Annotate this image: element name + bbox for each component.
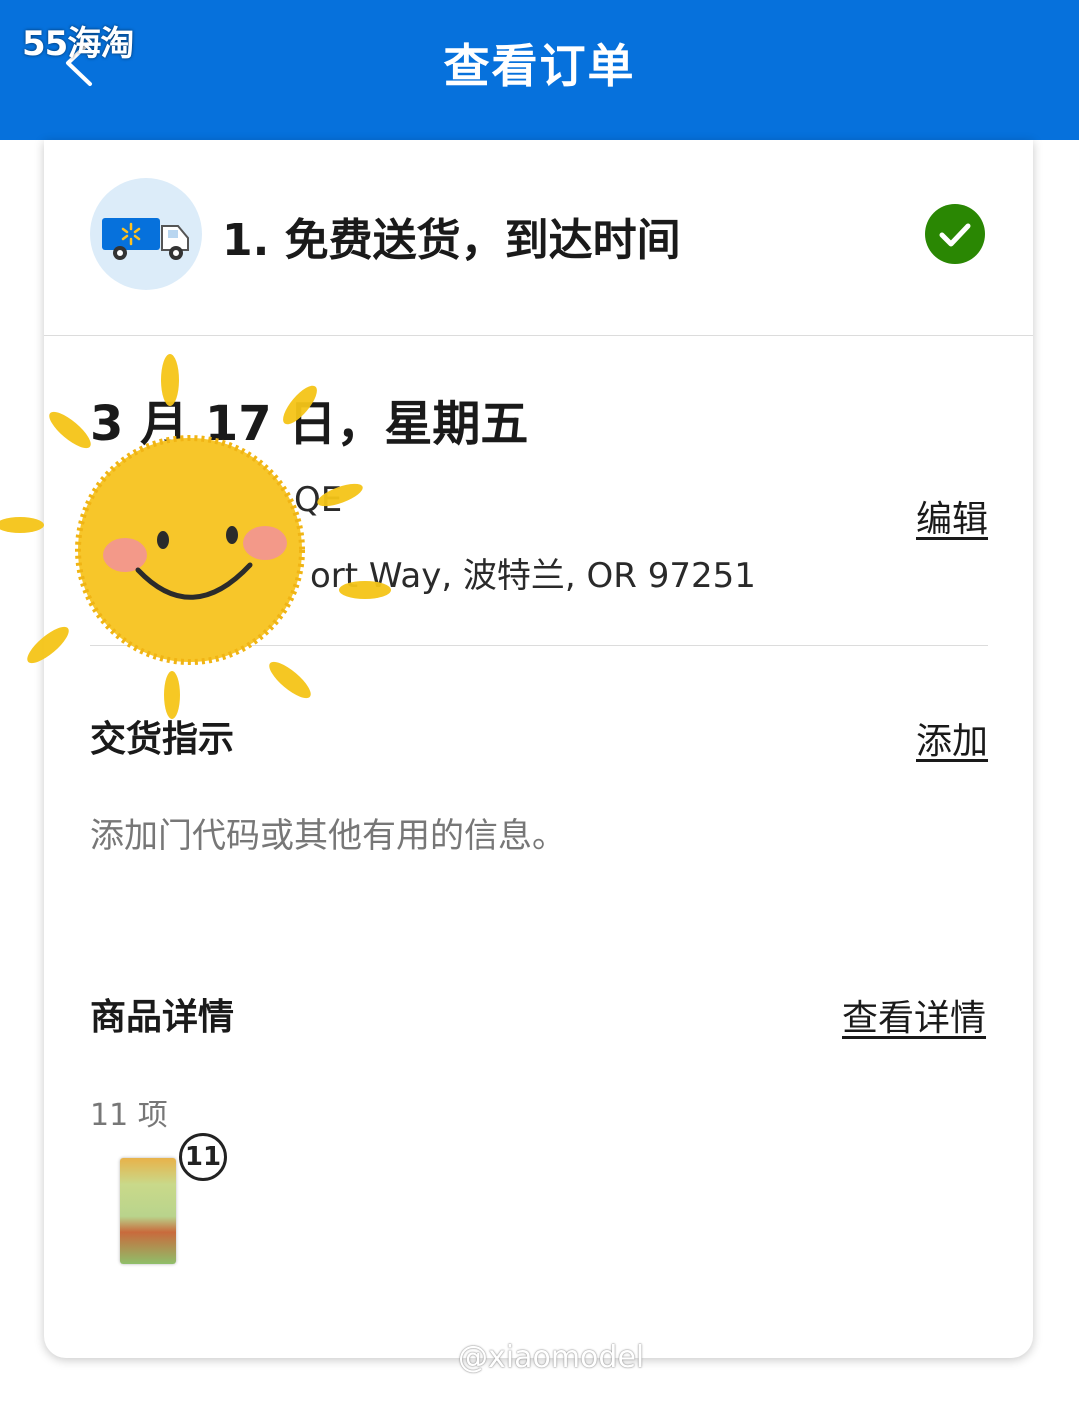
- header-bar: 55海淘 查看订单: [0, 0, 1079, 140]
- item-count: 11 项: [90, 1098, 168, 1133]
- smiling-sun-sticker: [0, 354, 391, 719]
- view-details-link[interactable]: 查看详情: [842, 989, 986, 1041]
- instructions-hint: 添加门代码或其他有用的信息。: [90, 816, 566, 856]
- checkmark-circle-icon: [925, 204, 985, 264]
- add-instructions-link[interactable]: 添加: [916, 712, 988, 764]
- author-watermark: @xiaomodel: [458, 1340, 645, 1375]
- product-thumbnail[interactable]: [120, 1158, 176, 1264]
- order-card: 1. 免费送货，到达时间 3 月 17 日，星期五 QE ort Way, 波特…: [44, 140, 1033, 1358]
- quantity-badge: 11: [179, 1133, 227, 1181]
- item-details-title: 商品详情: [90, 997, 235, 1038]
- delivery-truck-icon: [90, 178, 202, 290]
- edit-address-link[interactable]: 编辑: [916, 490, 988, 542]
- step-title: 1. 免费送货，到达时间: [222, 215, 681, 266]
- page-title: 查看订单: [443, 39, 636, 93]
- section-divider: [44, 335, 1033, 336]
